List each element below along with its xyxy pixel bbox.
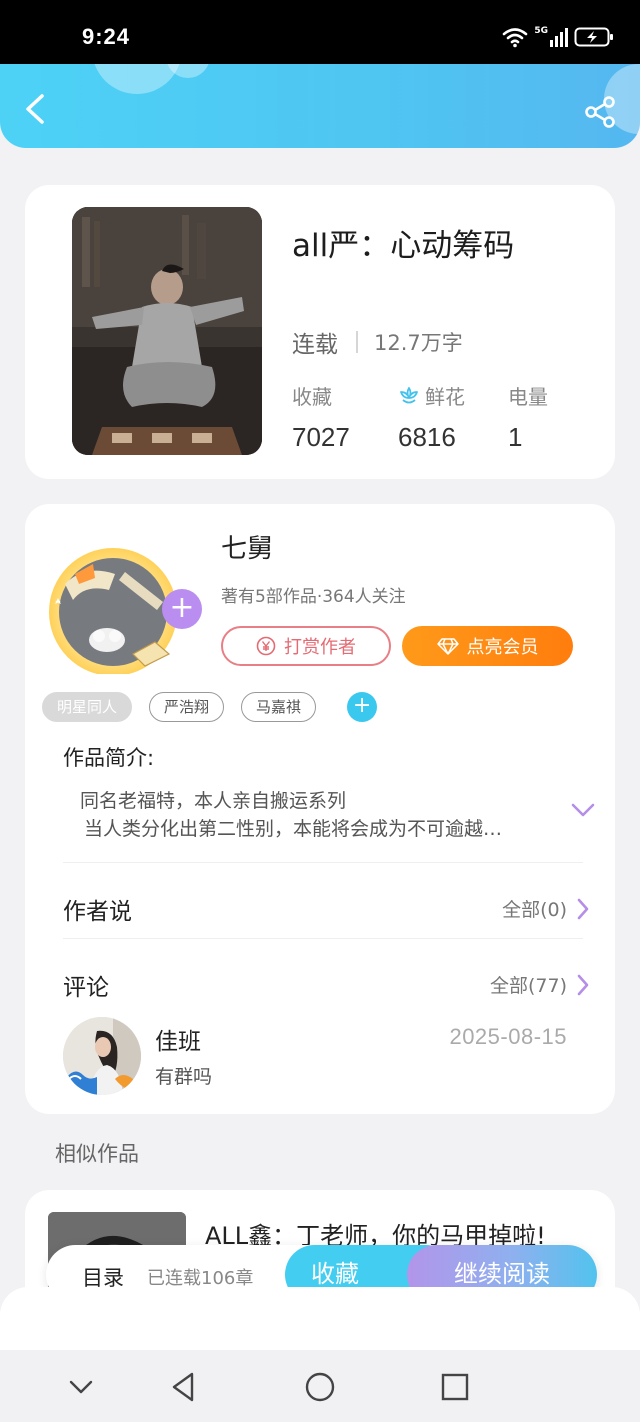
details-card: + 七舅 著有5部作品·364人关注 打赏作者 点亮会员 明星同人 严浩翔 马嘉… — [25, 504, 615, 1114]
similar-works-heading: 相似作品 — [55, 1142, 139, 1166]
follow-add-button[interactable]: + — [162, 589, 202, 629]
chevron-down-icon[interactable] — [64, 1370, 98, 1404]
chevron-right-icon — [577, 974, 589, 995]
comment-date: 2025-08-15 — [449, 1024, 567, 1049]
network-type-label: 5G — [534, 26, 548, 36]
stat-value: 7027 — [292, 422, 350, 452]
bottom-sheet — [0, 1287, 640, 1351]
tag-chip[interactable]: 严浩翔 — [149, 692, 225, 722]
clock: 9:24 — [82, 24, 131, 49]
comment-text[interactable]: 有群吗 — [155, 1062, 212, 1089]
serial-status: 连载 — [292, 332, 338, 358]
book-cover[interactable] — [72, 207, 262, 455]
stat-label: 收藏 — [292, 385, 332, 409]
book-info-card: all严：心动筹码 连载 12.7万字 收藏 7027 鲜花 6816 电量 1 — [25, 185, 615, 479]
intro-text[interactable]: 同名老福特，本人亲自搬运系列 当人类分化出第二性别，本能将会成为不可逾越… — [80, 787, 502, 843]
share-icon[interactable] — [584, 96, 616, 128]
comments-title: 评论 — [63, 975, 109, 1001]
stat-label-row: 鲜花 — [398, 381, 465, 410]
author-name[interactable]: 七舅 — [221, 528, 273, 565]
battery-icon — [574, 27, 613, 47]
author-meta: 著有5部作品·364人关注 — [221, 587, 406, 607]
vip-label: 点亮会员 — [466, 637, 539, 658]
intro-line: 当人类分化出第二性别，本能将会成为不可逾越… — [84, 818, 503, 840]
commenter-avatar[interactable] — [63, 1017, 141, 1095]
book-stats: 收藏 7027 鲜花 6816 电量 1 — [292, 381, 582, 453]
home-circle-icon[interactable] — [303, 1370, 337, 1404]
diamond-icon — [436, 638, 459, 655]
system-icons: 5G — [502, 24, 614, 50]
intro-line: 同名老福特，本人亲自搬运系列 — [80, 790, 347, 812]
tip-author-button[interactable]: 打赏作者 — [221, 626, 391, 666]
book-title: all严：心动筹码 — [292, 228, 515, 264]
comments-link[interactable]: 全部(77) — [490, 971, 589, 998]
stat-favorites: 收藏 7027 — [292, 381, 350, 453]
divider — [356, 331, 358, 353]
commenter-name[interactable]: 佳班 — [155, 1022, 201, 1056]
stat-label: 鲜花 — [425, 385, 465, 409]
stat-power[interactable]: 电量 1 — [508, 381, 548, 453]
signal-icon — [550, 28, 568, 47]
tag-chip[interactable]: 明星同人 — [42, 692, 133, 722]
yen-coin-icon — [256, 636, 276, 656]
word-count: 12.7万字 — [374, 331, 463, 355]
top-header — [0, 64, 640, 148]
vip-button[interactable]: 点亮会员 — [402, 626, 573, 666]
wifi-icon — [503, 28, 528, 48]
stat-label: 电量 — [508, 385, 548, 409]
recents-square-icon[interactable] — [438, 1370, 472, 1404]
author-says-link[interactable]: 全部(0) — [502, 895, 589, 922]
author-avatar[interactable]: + — [45, 544, 202, 676]
chevron-right-icon — [577, 898, 589, 919]
back-arrow-icon[interactable] — [20, 92, 50, 126]
tag-list: 明星同人 严浩翔 马嘉祺 + — [42, 692, 378, 722]
author-says-title: 作者说 — [63, 899, 132, 925]
commenter-avatar-image — [63, 1017, 141, 1095]
header-decoration — [92, 64, 182, 94]
divider — [63, 938, 583, 939]
comments-count: 全部(77) — [489, 975, 567, 997]
tag-chip[interactable]: 马嘉祺 — [241, 692, 317, 722]
intro-heading: 作品简介: — [63, 746, 155, 770]
cover-illustration — [72, 207, 262, 455]
system-nav-bar — [0, 1350, 640, 1422]
stat-flowers[interactable]: 鲜花 6816 — [398, 381, 465, 453]
book-status-row: 连载 12.7万字 — [292, 325, 463, 359]
status-bar: 9:24 5G — [0, 0, 640, 64]
stat-value: 1 — [508, 422, 523, 452]
flower-icon — [400, 386, 418, 403]
stat-value: 6816 — [398, 422, 456, 452]
tip-author-label: 打赏作者 — [284, 637, 356, 658]
add-tag-button[interactable]: + — [347, 692, 378, 722]
chevron-down-icon[interactable] — [571, 802, 595, 818]
divider — [63, 862, 583, 863]
author-says-count: 全部(0) — [502, 899, 567, 921]
back-triangle-icon[interactable] — [166, 1370, 200, 1404]
